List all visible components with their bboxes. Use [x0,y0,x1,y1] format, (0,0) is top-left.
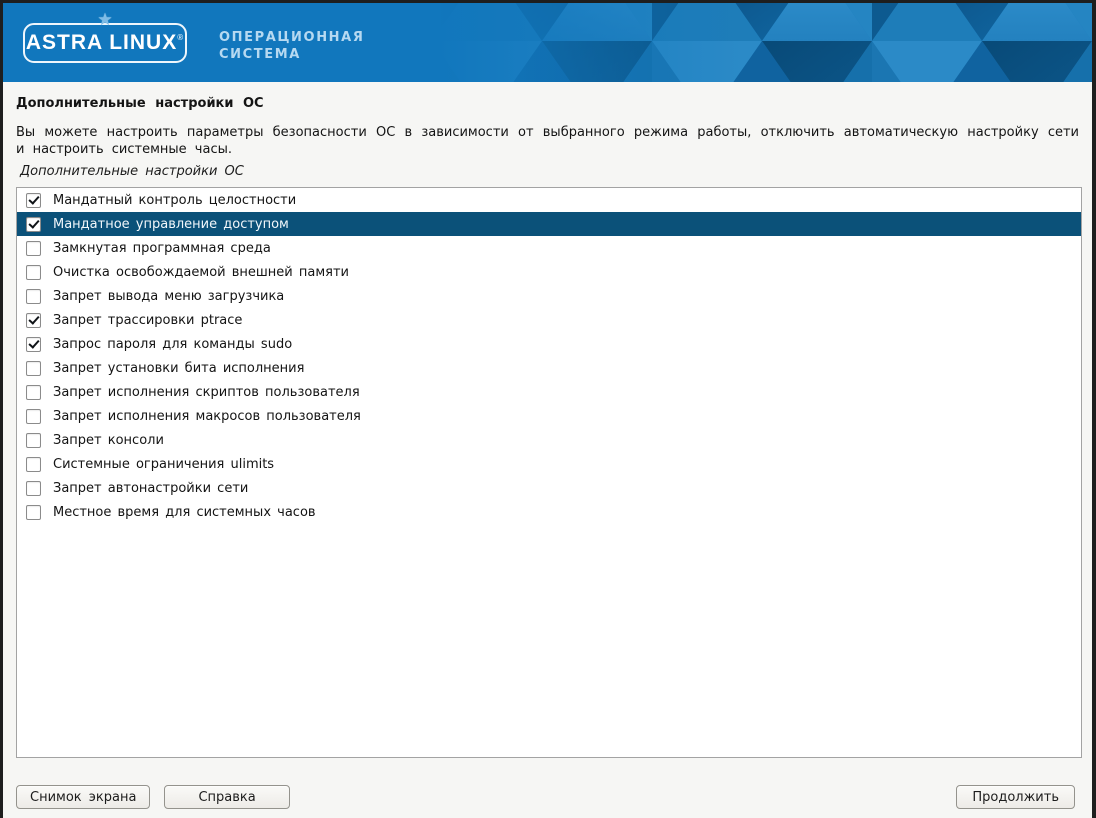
checkbox-unchecked-icon[interactable] [26,361,41,376]
list-item-label: Мандатное управление доступом [53,217,289,232]
list-item[interactable]: Мандатное управление доступом [17,212,1081,236]
list-item[interactable]: Запрет консоли [17,428,1081,452]
checkbox-unchecked-icon[interactable] [26,505,41,520]
checkbox-unchecked-icon[interactable] [26,385,41,400]
list-item[interactable]: Запрет установки бита исполнения [17,356,1081,380]
brand-line1: ОПЕРАЦИОННАЯ [219,29,364,46]
options-list-label: Дополнительные настройки ОС [20,164,1082,179]
registered-mark: ® [177,33,184,42]
list-item[interactable]: Замкнутая программная среда [17,236,1081,260]
list-item-label: Запрет трассировки ptrace [53,313,242,328]
list-item[interactable]: Запрос пароля для команды sudo [17,332,1081,356]
list-item-label: Запрет консоли [53,433,164,448]
header-banner: ★ ASTRA LINUX® ОПЕРАЦИОННАЯ СИСТЕМА [3,3,1092,82]
logo-frame: ★ ASTRA LINUX® [23,23,187,63]
list-item[interactable]: Очистка освобождаемой внешней памяти [17,260,1081,284]
screenshot-button[interactable]: Снимок экрана [16,785,150,809]
checkbox-checked-icon[interactable] [26,337,41,352]
continue-button[interactable]: Продолжить [956,785,1075,809]
list-item-label: Мандатный контроль целостности [53,193,296,208]
checkbox-unchecked-icon[interactable] [26,289,41,304]
list-item[interactable]: Запрет автонастройки сети [17,476,1081,500]
checkbox-unchecked-icon[interactable] [26,241,41,256]
checkbox-unchecked-icon[interactable] [26,409,41,424]
astra-linux-logo: ★ ASTRA LINUX® ОПЕРАЦИОННАЯ СИСТЕМА [23,15,364,63]
list-item-label: Запрос пароля для команды sudo [53,337,292,352]
list-item[interactable]: Мандатный контроль целостности [17,188,1081,212]
list-item[interactable]: Местное время для системных часов [17,500,1081,524]
checkbox-unchecked-icon[interactable] [26,457,41,472]
options-list[interactable]: Мандатный контроль целостности Мандатное … [16,187,1082,758]
page-description: Вы можете настроить параметры безопаснос… [16,124,1079,158]
checkbox-unchecked-icon[interactable] [26,433,41,448]
brand-line2: СИСТЕМА [219,46,364,63]
footer-bar: Снимок экрана Справка Продолжить [16,758,1082,818]
list-item-label: Замкнутая программная среда [53,241,271,256]
brand-wordmark: ОПЕРАЦИОННАЯ СИСТЕМА [219,29,364,63]
list-item[interactable]: Запрет исполнения скриптов пользователя [17,380,1081,404]
star-icon: ★ [97,12,112,29]
list-item-label: Запрет установки бита исполнения [53,361,304,376]
list-item[interactable]: Запрет трассировки ptrace [17,308,1081,332]
list-item[interactable]: Запрет исполнения макросов пользователя [17,404,1081,428]
help-button[interactable]: Справка [164,785,289,809]
list-item-label: Запрет исполнения макросов пользователя [53,409,361,424]
list-item-label: Местное время для системных часов [53,505,316,520]
logo-text: ASTRA LINUX® [26,31,184,55]
list-item-label: Запрет автонастройки сети [53,481,248,496]
list-item-label: Очистка освобождаемой внешней памяти [53,265,349,280]
list-item-label: Запрет исполнения скриптов пользователя [53,385,360,400]
checkbox-unchecked-icon[interactable] [26,265,41,280]
main-content: Дополнительные настройки ОС Вы можете на… [3,82,1092,818]
installer-window: ★ ASTRA LINUX® ОПЕРАЦИОННАЯ СИСТЕМА Допо… [3,3,1092,812]
list-item-label: Запрет вывода меню загрузчика [53,289,284,304]
checkbox-checked-icon[interactable] [26,217,41,232]
list-item-label: Системные ограничения ulimits [53,457,274,472]
checkbox-checked-icon[interactable] [26,313,41,328]
checkbox-checked-icon[interactable] [26,193,41,208]
list-item[interactable]: Системные ограничения ulimits [17,452,1081,476]
checkbox-unchecked-icon[interactable] [26,481,41,496]
list-item[interactable]: Запрет вывода меню загрузчика [17,284,1081,308]
page-title: Дополнительные настройки ОС [16,96,1082,111]
